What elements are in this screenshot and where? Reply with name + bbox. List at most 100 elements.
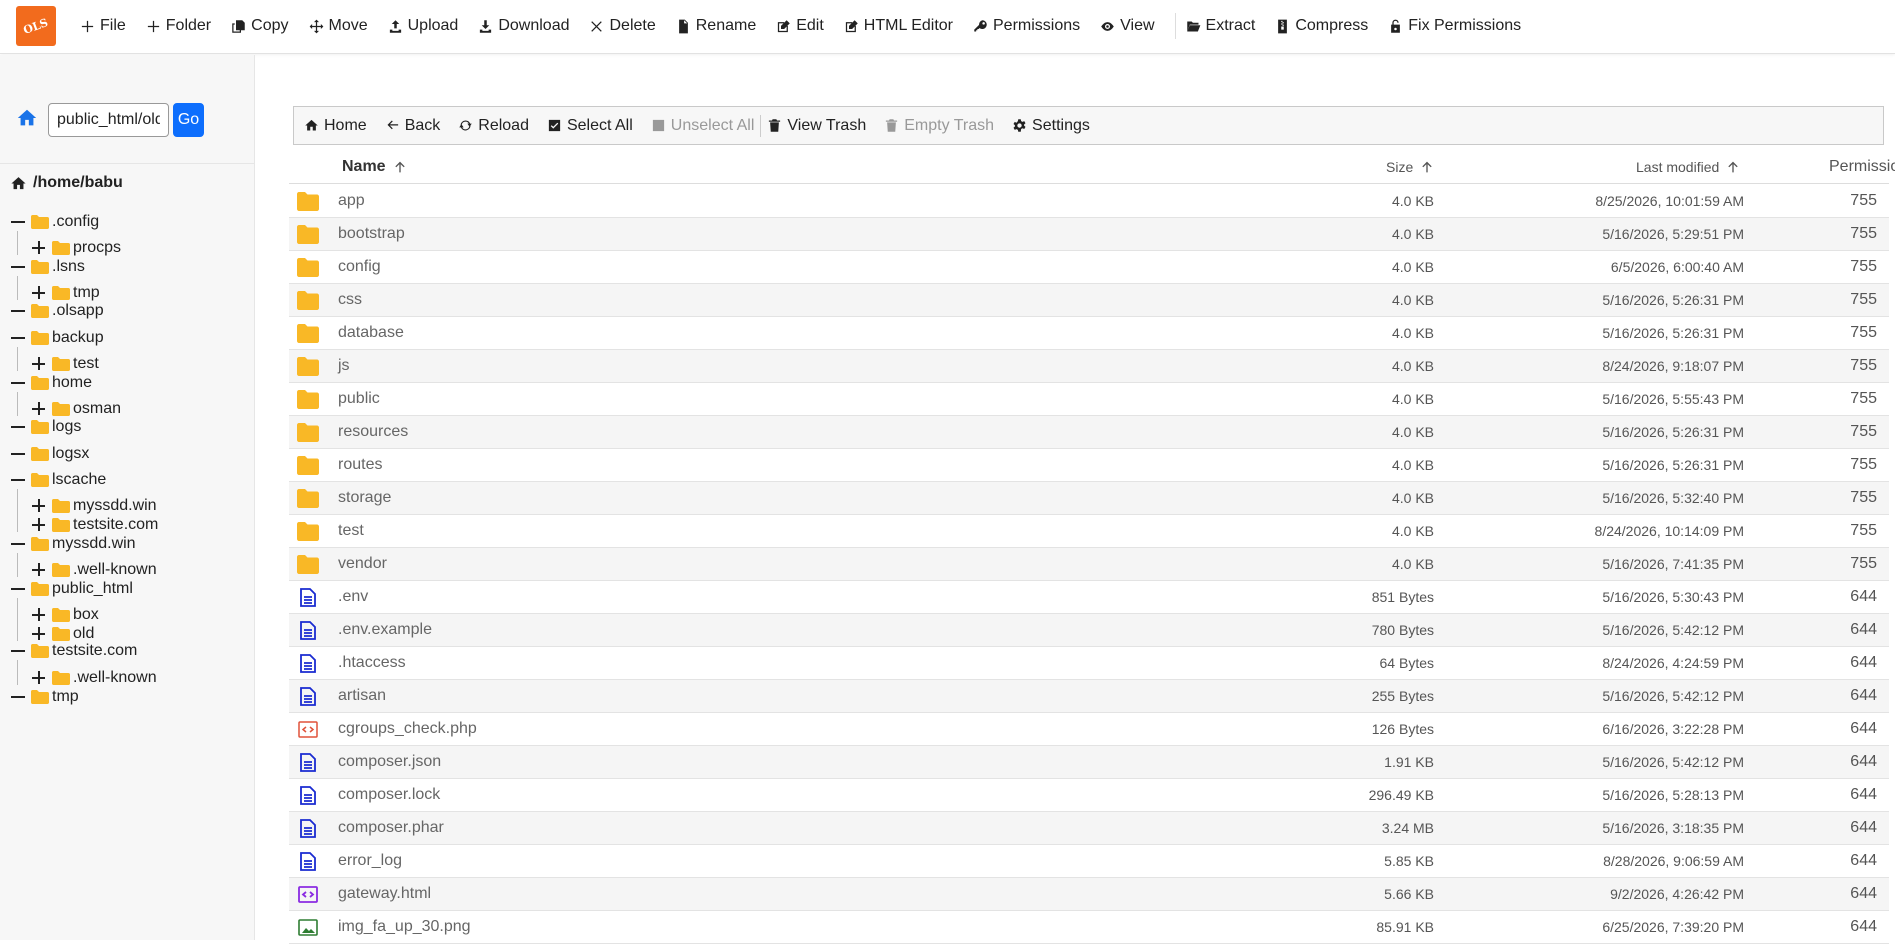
file-name[interactable]: .htaccess bbox=[338, 654, 406, 672]
file-row[interactable]: resources 4.0 KB 5/16/2026, 5:26:31 PM 755 bbox=[289, 416, 1889, 449]
back-button[interactable]: Back bbox=[385, 117, 440, 135]
file-name[interactable]: test bbox=[338, 522, 364, 540]
collapse-icon[interactable] bbox=[11, 215, 25, 229]
file-row[interactable]: error_log 5.85 KB 8/28/2026, 9:06:59 AM 644 bbox=[289, 845, 1889, 878]
view-button[interactable]: View bbox=[1100, 17, 1164, 35]
tree-folder-public-html[interactable]: public_html bbox=[11, 580, 133, 598]
collapse-icon[interactable] bbox=[11, 582, 25, 596]
tree-subfolder-old[interactable]: old bbox=[32, 625, 94, 643]
file-button[interactable]: File bbox=[80, 17, 136, 35]
expand-icon[interactable] bbox=[32, 241, 46, 255]
collapse-icon[interactable] bbox=[11, 473, 25, 487]
file-row[interactable]: .htaccess 64 Bytes 8/24/2026, 4:24:59 PM 64… bbox=[289, 647, 1889, 680]
compress-button[interactable]: Compress bbox=[1275, 17, 1378, 35]
file-row[interactable]: composer.lock 296.49 KB 5/16/2026, 5:28:13… bbox=[289, 779, 1889, 812]
file-row[interactable]: .env.example 780 Bytes 5/16/2026, 5:42:12 … bbox=[289, 614, 1889, 647]
file-name[interactable]: .env.example bbox=[338, 621, 432, 639]
expand-icon[interactable] bbox=[32, 563, 46, 577]
expand-icon[interactable] bbox=[32, 499, 46, 513]
tree-subfolder-well-known[interactable]: .well-known bbox=[32, 561, 157, 579]
tree-folder-home[interactable]: home bbox=[11, 374, 92, 392]
expand-icon[interactable] bbox=[32, 608, 46, 622]
ols-logo[interactable]: OLS bbox=[16, 6, 56, 46]
tree-folder-logs[interactable]: logs bbox=[11, 418, 81, 436]
tree-subfolder-box[interactable]: box bbox=[32, 606, 99, 624]
column-header-name[interactable]: Name bbox=[342, 150, 408, 184]
tree-folder-backup[interactable]: backup bbox=[11, 329, 104, 347]
column-header-size[interactable]: Size bbox=[1386, 150, 1435, 184]
file-name[interactable]: composer.phar bbox=[338, 819, 444, 837]
file-name[interactable]: artisan bbox=[338, 687, 386, 705]
expand-icon[interactable] bbox=[32, 671, 46, 685]
expand-icon[interactable] bbox=[32, 357, 46, 371]
file-row[interactable]: public 4.0 KB 5/16/2026, 5:55:43 PM 755 bbox=[289, 383, 1889, 416]
tree-subfolder-tmp[interactable]: tmp bbox=[32, 284, 100, 302]
file-row[interactable]: vendor 4.0 KB 5/16/2026, 7:41:35 PM 755 bbox=[289, 548, 1889, 581]
tree-folder-testsite-com[interactable]: testsite.com bbox=[11, 642, 137, 660]
tree-folder-lsns[interactable]: .lsns bbox=[11, 258, 85, 276]
path-input[interactable] bbox=[48, 103, 169, 137]
file-row[interactable]: bootstrap 4.0 KB 5/16/2026, 5:29:51 PM 755 bbox=[289, 218, 1889, 251]
collapse-icon[interactable] bbox=[11, 690, 25, 704]
file-row[interactable]: test 4.0 KB 8/24/2026, 10:14:09 PM 755 bbox=[289, 515, 1889, 548]
file-name[interactable]: database bbox=[338, 324, 404, 342]
collapse-icon[interactable] bbox=[11, 447, 25, 461]
expand-icon[interactable] bbox=[32, 627, 46, 641]
file-row[interactable]: .env 851 Bytes 5/16/2026, 5:30:43 PM 644 bbox=[289, 581, 1889, 614]
view-trash-button[interactable]: View Trash bbox=[767, 117, 866, 135]
settings-button[interactable]: Settings bbox=[1012, 117, 1090, 135]
tree-subfolder-testsite-com[interactable]: testsite.com bbox=[32, 516, 158, 534]
delete-button[interactable]: Delete bbox=[589, 17, 665, 35]
file-row[interactable]: js 4.0 KB 8/24/2026, 9:18:07 PM 755 bbox=[289, 350, 1889, 383]
file-name[interactable]: bootstrap bbox=[338, 225, 405, 243]
file-name[interactable]: img_fa_up_30.png bbox=[338, 918, 471, 936]
file-row[interactable]: composer.phar 3.24 MB 5/16/2026, 3:18:35 P… bbox=[289, 812, 1889, 845]
file-name[interactable]: gateway.html bbox=[338, 885, 431, 903]
file-row[interactable]: artisan 255 Bytes 5/16/2026, 5:42:12 PM 644 bbox=[289, 680, 1889, 713]
tree-folder-myssdd-win[interactable]: myssdd.win bbox=[11, 535, 136, 553]
file-name[interactable]: app bbox=[338, 192, 365, 210]
file-row[interactable]: gateway.html 5.66 KB 9/2/2026, 4:26:42 PM 6… bbox=[289, 878, 1889, 911]
expand-icon[interactable] bbox=[32, 518, 46, 532]
file-row[interactable]: composer.json 1.91 KB 5/16/2026, 5:42:12 P… bbox=[289, 746, 1889, 779]
collapse-icon[interactable] bbox=[11, 331, 25, 345]
file-name[interactable]: error_log bbox=[338, 852, 402, 870]
reload-button[interactable]: Reload bbox=[458, 117, 529, 135]
root-path[interactable]: /home/babu bbox=[10, 174, 123, 192]
file-name[interactable]: public bbox=[338, 390, 380, 408]
file-name[interactable]: js bbox=[338, 357, 350, 375]
expand-icon[interactable] bbox=[32, 402, 46, 416]
file-row[interactable]: routes 4.0 KB 5/16/2026, 5:26:31 PM 755 bbox=[289, 449, 1889, 482]
file-name[interactable]: resources bbox=[338, 423, 408, 441]
file-row[interactable]: database 4.0 KB 5/16/2026, 5:26:31 PM 755 bbox=[289, 317, 1889, 350]
column-header-permission[interactable]: Permission bbox=[1829, 150, 1895, 184]
file-row[interactable]: css 4.0 KB 5/16/2026, 5:26:31 PM 755 bbox=[289, 284, 1889, 317]
tree-folder-logsx[interactable]: logsx bbox=[11, 445, 89, 463]
tree-folder-olsapp[interactable]: .olsapp bbox=[11, 302, 104, 320]
file-name[interactable]: composer.lock bbox=[338, 786, 440, 804]
collapse-icon[interactable] bbox=[11, 260, 25, 274]
file-name[interactable]: cgroups_check.php bbox=[338, 720, 477, 738]
tree-folder-tmp[interactable]: tmp bbox=[11, 688, 79, 706]
folder-button[interactable]: Folder bbox=[146, 17, 221, 35]
edit-button[interactable]: Edit bbox=[776, 17, 834, 35]
file-row[interactable]: cgroups_check.php 126 Bytes 6/16/2026, 3:2… bbox=[289, 713, 1889, 746]
collapse-icon[interactable] bbox=[11, 420, 25, 434]
file-row[interactable]: img_fa_up_30.png 85.91 KB 6/25/2026, 7:39:… bbox=[289, 911, 1889, 944]
file-name[interactable]: vendor bbox=[338, 555, 387, 573]
permissions-button[interactable]: Permissions bbox=[973, 17, 1090, 35]
file-name[interactable]: composer.json bbox=[338, 753, 441, 771]
upload-button[interactable]: Upload bbox=[388, 17, 469, 35]
download-button[interactable]: Download bbox=[478, 17, 579, 35]
go-button[interactable]: Go bbox=[173, 103, 204, 137]
file-name[interactable]: css bbox=[338, 291, 362, 309]
file-name[interactable]: .env bbox=[338, 588, 368, 606]
fix-permissions-button[interactable]: Fix Permissions bbox=[1388, 17, 1531, 35]
collapse-icon[interactable] bbox=[11, 376, 25, 390]
tree-subfolder-test[interactable]: test bbox=[32, 355, 99, 373]
collapse-icon[interactable] bbox=[11, 537, 25, 551]
file-name[interactable]: storage bbox=[338, 489, 391, 507]
copy-button[interactable]: Copy bbox=[231, 17, 298, 35]
select-all-button[interactable]: Select All bbox=[547, 117, 633, 135]
extract-button[interactable]: Extract bbox=[1186, 17, 1266, 35]
